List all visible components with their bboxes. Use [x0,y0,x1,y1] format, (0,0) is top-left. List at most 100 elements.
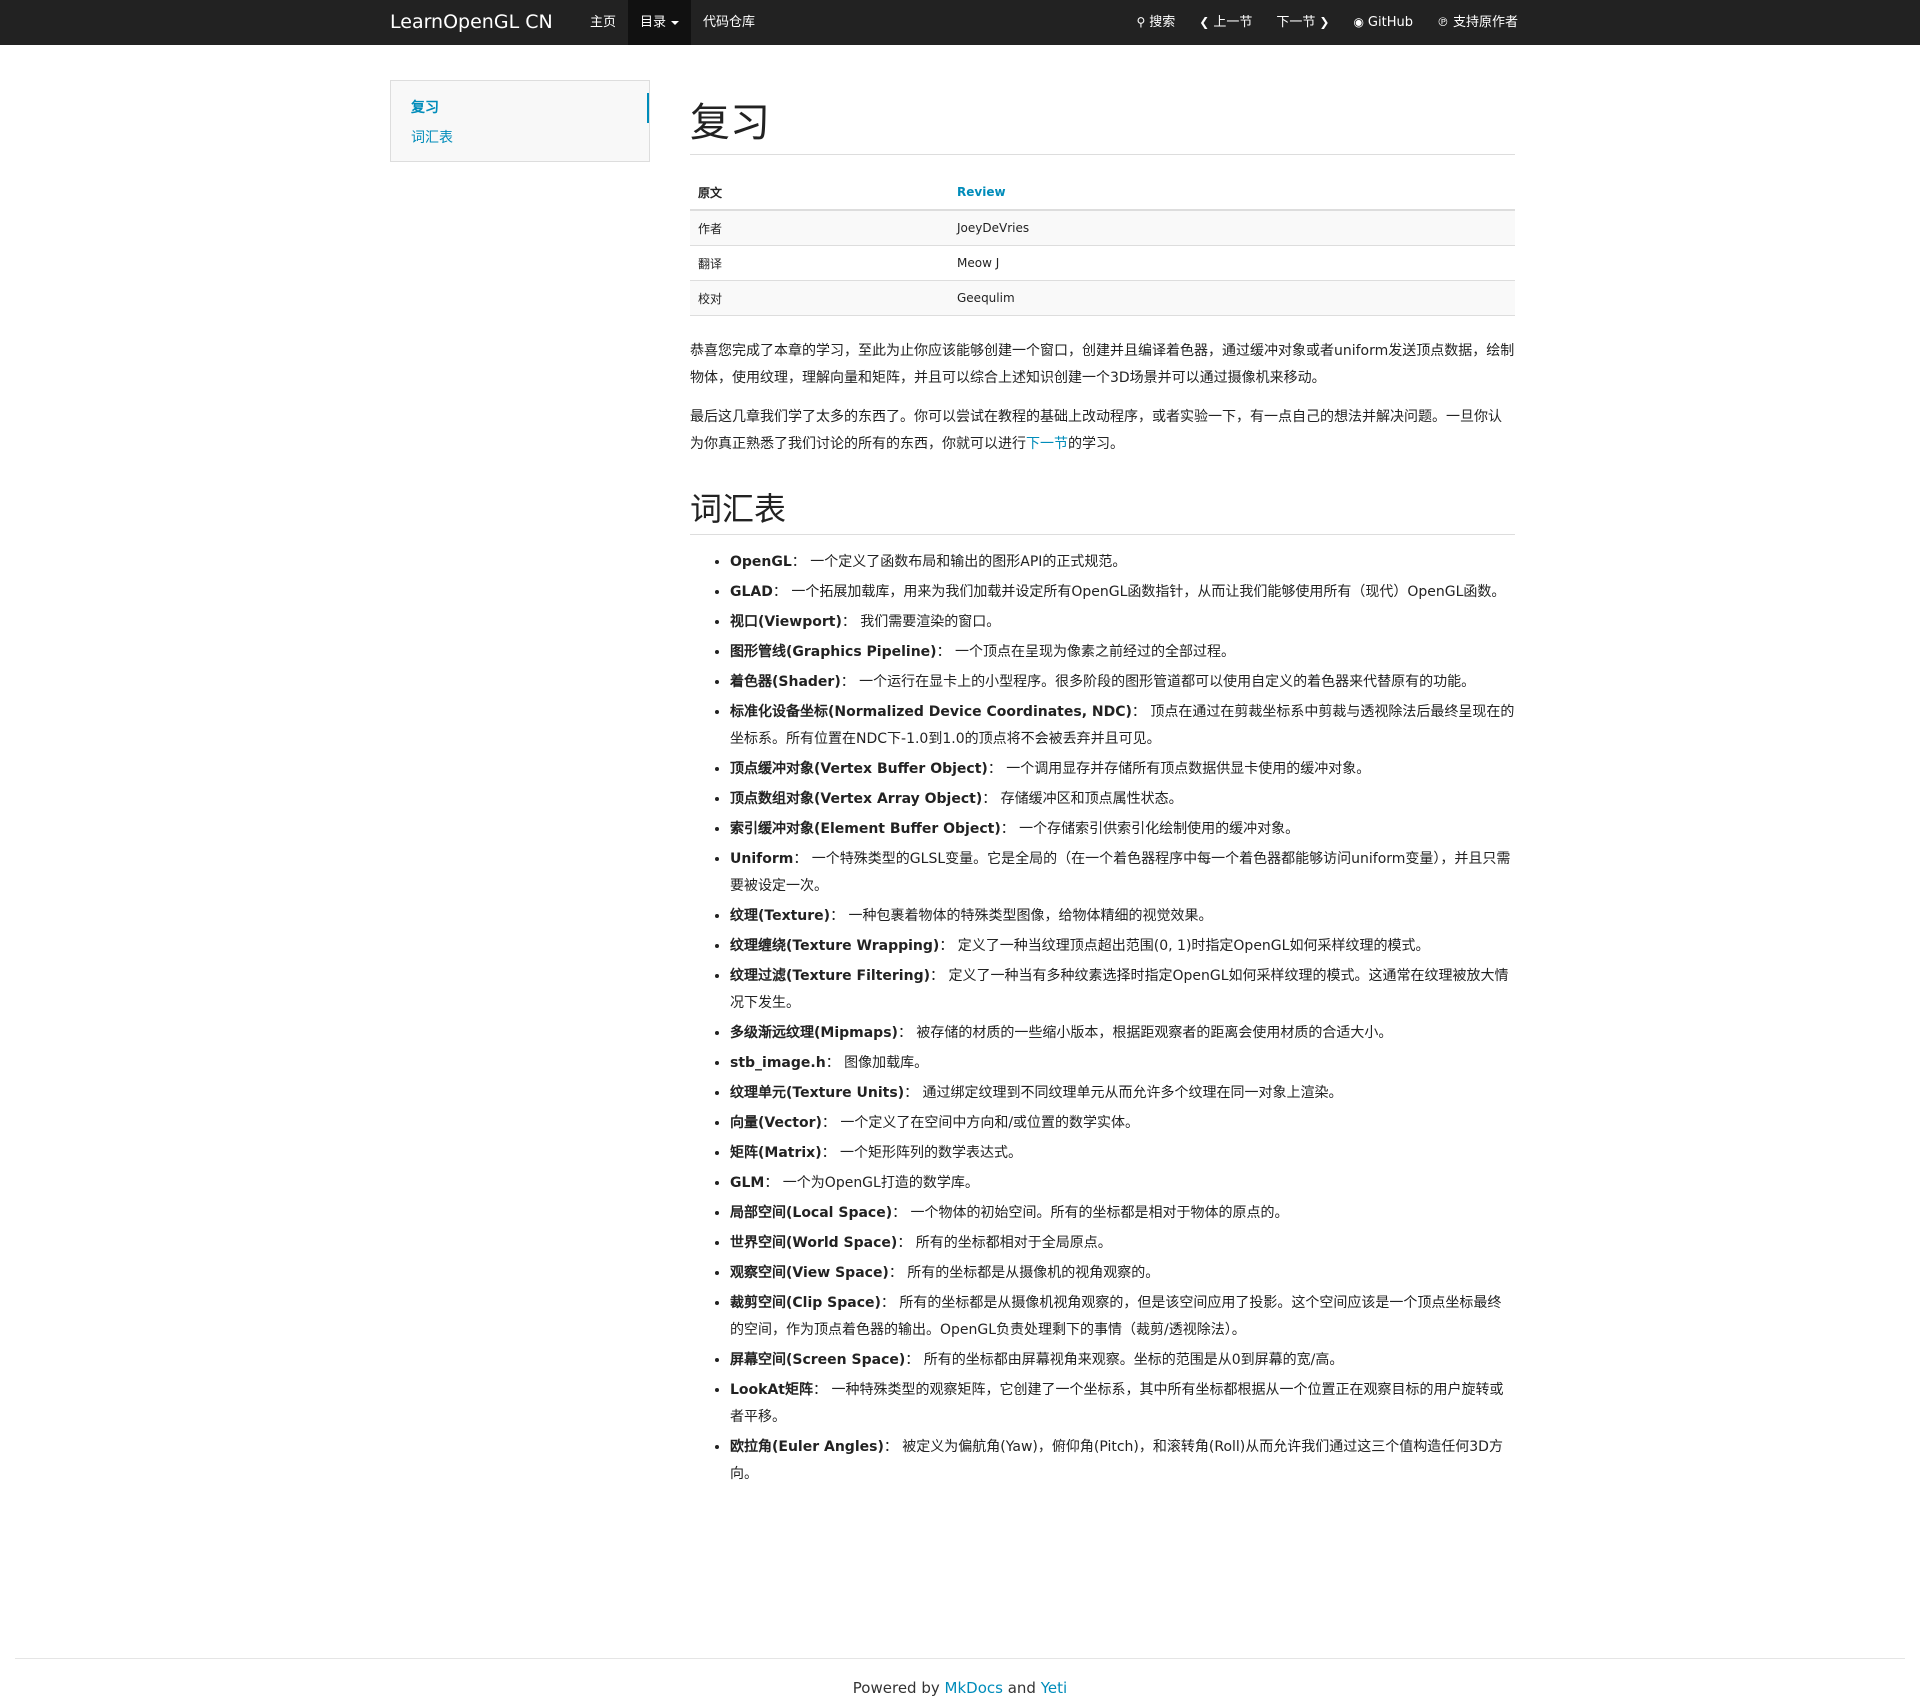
glossary-term: GLAD [730,584,773,600]
glossary-item: LookAt矩阵： 一种特殊类型的观察矩阵，它创建了一个坐标系，其中所有坐标都根… [730,1377,1515,1431]
table-header-val: Review [949,175,1515,211]
paypal-icon: ℗ [1436,15,1449,29]
table-row: 作者 JoeyDeVries [690,210,1515,246]
glossary-term: 观察空间(View Space) [730,1265,889,1281]
glossary-desc: ： 通过绑定纹理到不同纹理单元从而允许多个纹理在同一对象上渲染。 [904,1085,1343,1101]
glossary-term: 局部空间(Local Space) [730,1205,893,1221]
search-icon: ⚲ [1136,15,1146,29]
glossary-desc: ： 一个矩形阵列的数学表达式。 [821,1145,1023,1161]
glossary-item: OpenGL： 一个定义了函数布局和输出的图形API的正式规范。 [730,549,1515,576]
closing-paragraph: 最后这几章我们学了太多的东西了。你可以尝试在教程的基础上改动程序，或者实验一下，… [690,404,1515,458]
nav-home[interactable]: 主页 [578,0,628,45]
nav-github-label: GitHub [1367,15,1413,30]
glossary-desc: ： 一个拓展加载库，用来为我们加载并设定所有OpenGL函数指针，从而让我们能够… [772,584,1506,600]
nav-support-label: 支持原作者 [1452,15,1518,30]
glossary-desc: ： 存储缓冲区和顶点属性状态。 [982,791,1183,807]
sidebar-item-review[interactable]: 复习 [391,93,649,123]
glossary-item: 欧拉角(Euler Angles)： 被定义为偏航角(Yaw)，俯仰角(Pitc… [730,1434,1515,1488]
glossary-term: 裁剪空间(Clip Space) [730,1295,881,1311]
glossary-term: 纹理缠绕(Texture Wrapping) [730,938,940,954]
glossary-term: 世界空间(World Space) [730,1235,898,1251]
table-header-row: 原文 Review [690,175,1515,211]
nav-github[interactable]: ◉ GitHub [1341,0,1425,45]
footer: Powered by MkDocs and Yeti [15,1658,1905,1697]
glossary-desc: ： 一种特殊类型的观察矩阵，它创建了一个坐标系，其中所有坐标都根据从一个位置正在… [730,1382,1504,1425]
table-row: 校对 Geequlim [690,280,1515,316]
table-cell-key: 作者 [690,210,949,246]
glossary-item: 屏幕空间(Screen Space)： 所有的坐标都由屏幕视角来观察。坐标的范围… [730,1347,1515,1374]
glossary-list: OpenGL： 一个定义了函数布局和输出的图形API的正式规范。GLAD： 一个… [690,549,1515,1488]
glossary-desc: ： 定义了一种当纹理顶点超出范围(0, 1)时指定OpenGL如何采样纹理的模式… [939,938,1430,954]
glossary-desc: ： 我们需要渲染的窗口。 [841,614,1001,630]
github-icon: ◉ [1353,15,1364,29]
glossary-item: 多级渐远纹理(Mipmaps)： 被存储的材质的一些缩小版本，根据距观察者的距离… [730,1020,1515,1047]
arrow-left-icon: ❮ [1199,15,1210,29]
table-row: 翻译 Meow J [690,245,1515,281]
glossary-term: LookAt矩阵 [730,1382,813,1398]
glossary-term: 着色器(Shader) [730,674,841,690]
glossary-item: 顶点数组对象(Vertex Array Object)： 存储缓冲区和顶点属性状… [730,786,1515,813]
glossary-desc: ： 一个定义了函数布局和输出的图形API的正式规范。 [791,554,1127,570]
nav-prev-label: 上一节 [1213,15,1253,30]
glossary-item: 纹理单元(Texture Units)： 通过绑定纹理到不同纹理单元从而允许多个… [730,1080,1515,1107]
glossary-term: 向量(Vector) [730,1115,822,1131]
glossary-desc: ： 一个特殊类型的GLSL变量。它是全局的（在一个着色器程序中每一个着色器都能够… [730,851,1511,894]
table-cell-key: 翻译 [690,245,949,281]
glossary-term: Uniform [730,851,794,867]
glossary-item: 索引缓冲对象(Element Buffer Object)： 一个存储索引供索引… [730,816,1515,843]
original-article-link[interactable]: Review [957,185,1006,199]
glossary-item: 标准化设备坐标(Normalized Device Coordinates, N… [730,699,1515,753]
glossary-desc: ： 一个运行在显卡上的小型程序。很多阶段的图形管道都可以使用自定义的着色器来代替… [840,674,1476,690]
closing-text-b: 的学习。 [1068,436,1124,452]
yeti-link[interactable]: Yeti [1041,1679,1067,1697]
glossary-heading: 词汇表 [690,484,1515,535]
toc-sidebar: 复习 词汇表 [390,80,650,162]
glossary-item: Uniform： 一个特殊类型的GLSL变量。它是全局的（在一个着色器程序中每一… [730,846,1515,900]
glossary-term: 标准化设备坐标(Normalized Device Coordinates, N… [730,704,1132,720]
glossary-term: 多级渐远纹理(Mipmaps) [730,1025,898,1041]
glossary-desc: ： 一个为OpenGL打造的数学库。 [764,1175,979,1191]
glossary-item: 向量(Vector)： 一个定义了在空间中方向和/或位置的数学实体。 [730,1110,1515,1137]
nav-support[interactable]: ℗ 支持原作者 [1425,0,1530,45]
glossary-desc: ： 所有的坐标都相对于全局原点。 [897,1235,1112,1251]
brand-link[interactable]: LearnOpenGL CN [390,0,553,45]
glossary-term: 纹理单元(Texture Units) [730,1085,905,1101]
table-header-key: 原文 [690,175,949,211]
glossary-desc: ： 一个物体的初始空间。所有的坐标都是相对于物体的原点的。 [892,1205,1289,1221]
next-section-link[interactable]: 下一节 [1026,436,1068,452]
table-cell-val: Meow J [949,245,1515,281]
sidebar-item-glossary[interactable]: 词汇表 [391,123,649,153]
nav-toc-label: 目录 [640,15,667,30]
glossary-item: 观察空间(View Space)： 所有的坐标都是从摄像机的视角观察的。 [730,1260,1515,1287]
glossary-item: 世界空间(World Space)： 所有的坐标都相对于全局原点。 [730,1230,1515,1257]
intro-paragraph: 恭喜您完成了本章的学习，至此为止你应该能够创建一个窗口，创建并且编译着色器，通过… [690,343,1515,386]
glossary-item: 纹理过滤(Texture Filtering)： 定义了一种当有多种纹素选择时指… [730,963,1515,1017]
top-navbar: LearnOpenGL CN 主页 目录 代码仓库 ⚲ 搜索 ❮ 上一节 下一节 ❯ … [0,0,1920,45]
glossary-desc: ： 一个存储索引供索引化绘制使用的缓冲对象。 [1000,821,1300,837]
glossary-desc: ： 所有的坐标都由屏幕视角来观察。坐标的范围是从0到屏幕的宽/高。 [905,1352,1344,1368]
glossary-item: 局部空间(Local Space)： 一个物体的初始空间。所有的坐标都是相对于物… [730,1200,1515,1227]
nav-repo[interactable]: 代码仓库 [691,0,767,45]
info-table: 原文 Review 作者 JoeyDeVries 翻译 Meow J 校对 Ge… [690,175,1515,316]
nav-next-label: 下一节 [1276,15,1316,30]
glossary-item: 纹理缠绕(Texture Wrapping)： 定义了一种当纹理顶点超出范围(0… [730,933,1515,960]
table-cell-val: Geequlim [949,280,1515,316]
main-content: 复习 原文 Review 作者 JoeyDeVries 翻译 Meow J 校对… [690,80,1515,1491]
footer-prefix: Powered by [852,1679,940,1697]
glossary-item: 裁剪空间(Clip Space)： 所有的坐标都是从摄像机视角观察的，但是该空间… [730,1290,1515,1344]
nav-toc-dropdown[interactable]: 目录 [628,0,692,45]
nav-search[interactable]: ⚲ 搜索 [1124,0,1187,45]
glossary-item: 矩阵(Matrix)： 一个矩形阵列的数学表达式。 [730,1140,1515,1167]
glossary-term: 图形管线(Graphics Pipeline) [730,644,937,660]
table-cell-val: JoeyDeVries [949,210,1515,246]
glossary-desc: ： 一个顶点在呈现为像素之前经过的全部过程。 [936,644,1236,660]
glossary-term: 屏幕空间(Screen Space) [730,1352,906,1368]
nav-next[interactable]: 下一节 ❯ [1264,0,1341,45]
glossary-desc: ： 所有的坐标都是从摄像机的视角观察的。 [888,1265,1160,1281]
nav-prev[interactable]: ❮ 上一节 [1187,0,1264,45]
glossary-item: GLAD： 一个拓展加载库，用来为我们加载并设定所有OpenGL函数指针，从而让… [730,579,1515,606]
table-cell-key: 校对 [690,280,949,316]
glossary-desc: ： 被存储的材质的一些缩小版本，根据距观察者的距离会使用材质的合适大小。 [897,1025,1393,1041]
glossary-desc: ： 一种包裹着物体的特殊类型图像，给物体精细的视觉效果。 [830,908,1213,924]
mkdocs-link[interactable]: MkDocs [945,1679,1003,1697]
